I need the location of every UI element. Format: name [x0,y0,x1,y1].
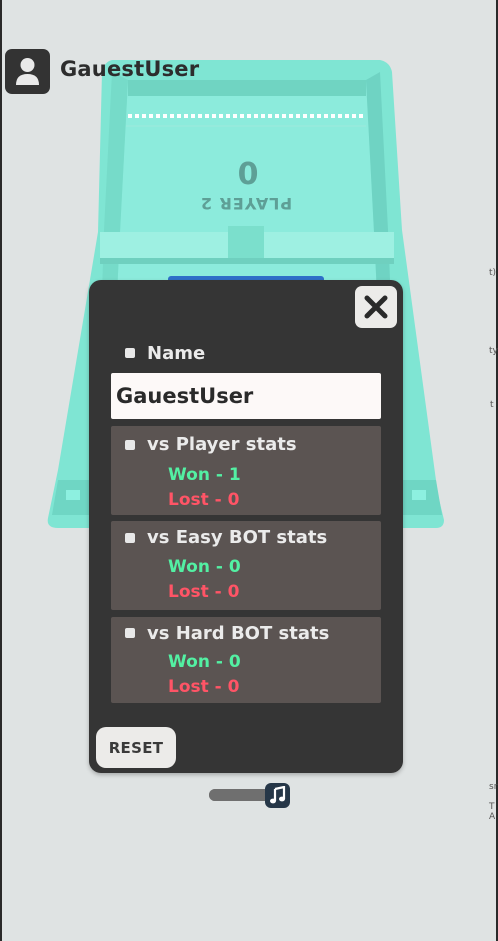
stats-won: Won - 0 [168,557,241,577]
side-fragment: t) [489,268,497,278]
stats-title: vs Easy BOT stats [147,527,328,548]
user-icon [16,58,39,85]
side-fragment: sr [489,782,498,792]
name-bullet-icon [125,348,135,358]
header-username: GauestUser [60,57,200,81]
stats-title: vs Hard BOT stats [147,623,330,644]
side-fragment: t [490,400,494,410]
side-fragment: ty [489,346,498,356]
name-label: Name [147,343,206,364]
stats-bullet-icon [125,533,135,543]
stats-won: Won - 0 [168,652,241,672]
close-icon [364,295,388,319]
stats-bullet-icon [125,628,135,638]
stats-bullet-icon [125,440,135,450]
stats-title: vs Player stats [147,434,297,455]
close-button[interactable] [355,286,397,328]
music-note-icon [270,786,286,804]
stats-lost: Lost - 0 [168,582,240,602]
music-volume-fill [209,789,265,801]
avatar[interactable] [5,49,50,94]
reset-button[interactable]: RESET [96,727,176,768]
name-input[interactable] [111,373,381,419]
board-score: 0 [237,154,259,189]
board-player-label: PLAYER 2 [199,194,293,213]
stats-lost: Lost - 0 [168,677,240,697]
side-fragment: T A [489,802,496,822]
stats-lost: Lost - 0 [168,490,240,510]
stats-won: Won - 1 [168,465,241,485]
music-volume-knob[interactable] [265,783,290,808]
